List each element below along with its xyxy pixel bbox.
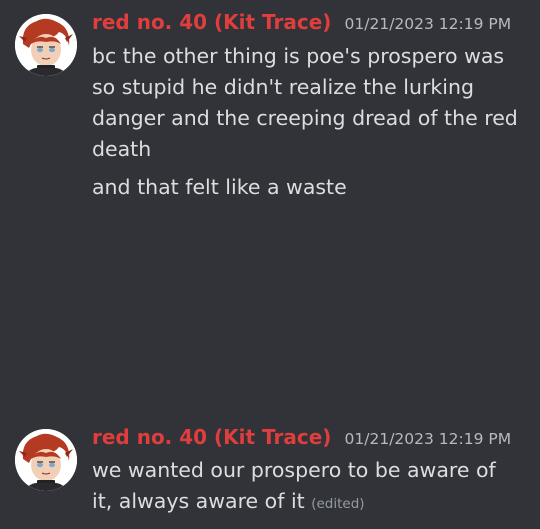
- message-header: red no. 40 (Kit Trace) 01/21/2023 12:19 …: [92, 10, 511, 34]
- avatar[interactable]: [15, 14, 77, 76]
- message-text: we wanted our prospero to be aware of it…: [92, 458, 496, 513]
- chat-message: red no. 40 (Kit Trace) 01/21/2023 12:19 …: [0, 415, 540, 529]
- avatar-image: [15, 14, 77, 76]
- message-text: bc the other thing is poe's prospero was…: [92, 44, 518, 161]
- message-content: we wanted our prospero to be aware of it…: [92, 455, 522, 520]
- edited-label: (edited): [311, 496, 365, 512]
- timestamp[interactable]: 01/21/2023 12:19 PM: [345, 430, 512, 448]
- author-name[interactable]: red no. 40 (Kit Trace): [92, 425, 331, 449]
- timestamp[interactable]: 01/21/2023 12:19 PM: [345, 15, 512, 33]
- message-header: red no. 40 (Kit Trace) 01/21/2023 12:19 …: [92, 425, 511, 449]
- avatar[interactable]: [15, 429, 77, 491]
- message-text: and that felt like a waste: [92, 175, 347, 199]
- avatar-image: [15, 429, 77, 491]
- message-content: bc the other thing is poe's prospero was…: [92, 41, 522, 203]
- author-name[interactable]: red no. 40 (Kit Trace): [92, 10, 331, 34]
- chat-message: red no. 40 (Kit Trace) 01/21/2023 12:19 …: [0, 0, 540, 230]
